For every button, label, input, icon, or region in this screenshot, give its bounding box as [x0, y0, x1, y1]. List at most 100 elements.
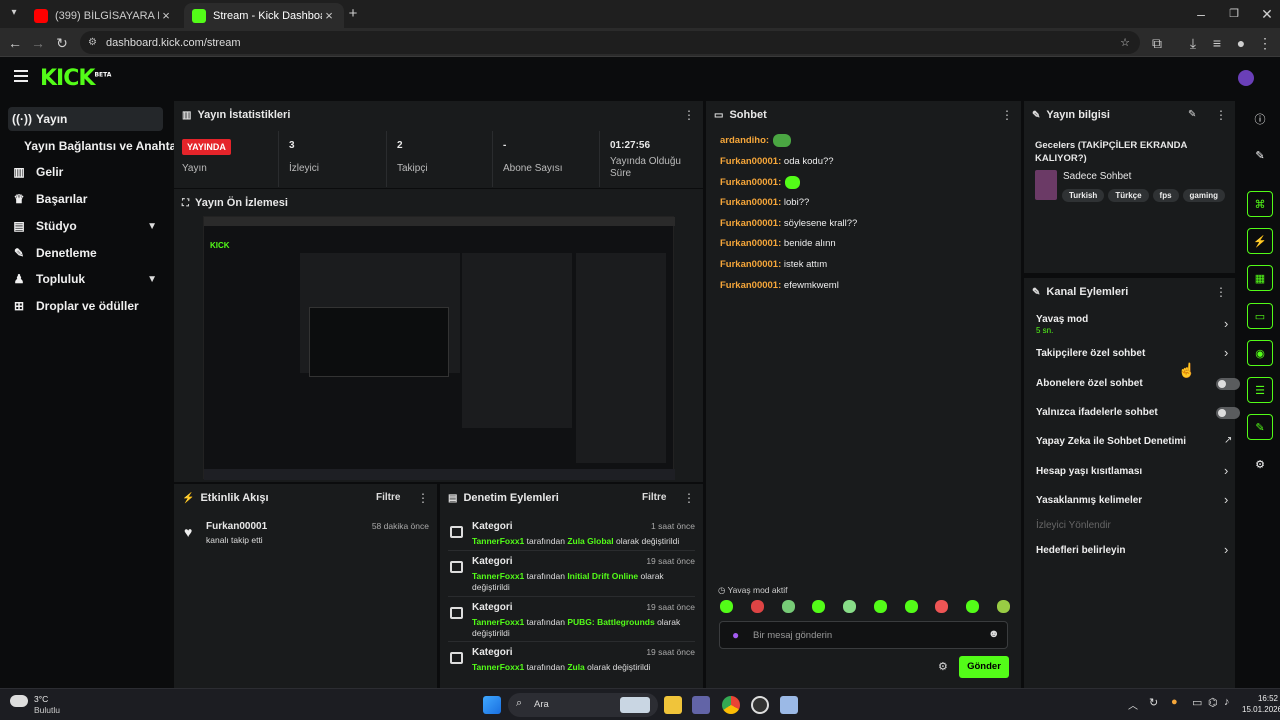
set-goals-action[interactable]: Hedefleri belirleyin ›	[1036, 537, 1236, 564]
chat-username[interactable]: Furkan00001:	[720, 156, 781, 167]
chat-username[interactable]: Furkan00001:	[720, 197, 781, 208]
sidebar-item-studyo[interactable]: ▤ Stüdyo ▼	[8, 214, 163, 238]
file-explorer-icon[interactable]	[664, 696, 682, 714]
download-icon[interactable]: ⤓	[1184, 34, 1202, 52]
tray-mic-icon[interactable]: ●	[1171, 696, 1178, 708]
tray-display-icon[interactable]: ▭	[1192, 696, 1202, 709]
emote-icon[interactable]	[781, 600, 795, 613]
close-icon[interactable]: ×	[159, 8, 173, 23]
mod-user-link[interactable]: TannerFoxx1	[472, 617, 524, 627]
chat-username[interactable]: Furkan00001:	[720, 238, 781, 249]
sidebar-item-topluluk[interactable]: ♟ Topluluk ▼	[8, 267, 163, 291]
tray-network-icon[interactable]: ⌬	[1208, 696, 1218, 709]
more-options-icon[interactable]: ⋮	[417, 491, 429, 505]
chat-icon[interactable]: ▭	[1247, 303, 1273, 329]
settings-icon[interactable]: ⚙	[1247, 451, 1273, 477]
edit-icon[interactable]: ✎	[1247, 142, 1273, 168]
send-button[interactable]: Gönder	[959, 656, 1009, 678]
chat-input[interactable]: ● Bir mesaj gönderin ☻	[719, 621, 1008, 649]
mod-user-link[interactable]: TannerFoxx1	[472, 571, 524, 581]
account-age-action[interactable]: Hesap yaşı kısıtlaması ›	[1036, 458, 1236, 485]
chat-username[interactable]: Furkan00001:	[720, 218, 781, 229]
emote-icon[interactable]	[750, 600, 764, 613]
tray-chevron-up-icon[interactable]: ︿	[1128, 697, 1138, 712]
profile-avatar[interactable]: ●	[1232, 34, 1250, 52]
emote-icon[interactable]	[935, 600, 949, 613]
more-options-icon[interactable]: ⋮	[683, 108, 695, 122]
back-button[interactable]: ←	[6, 34, 24, 52]
forward-button[interactable]: →	[29, 34, 47, 52]
sidebar-item-droplar[interactable]: ⊞ Droplar ve ödüller	[8, 294, 163, 318]
filter-button[interactable]: Filtre	[642, 492, 666, 503]
wrench-icon[interactable]: ✎	[1247, 414, 1273, 440]
sidebar-item-basarilar[interactable]: ♛ Başarılar	[8, 187, 163, 211]
subscribers-only-toggle[interactable]	[1216, 378, 1240, 390]
tag-chip[interactable]: fps	[1152, 189, 1179, 202]
emote-icon[interactable]	[720, 600, 733, 613]
media-control-icon[interactable]: ≡	[1208, 34, 1226, 52]
emote-icon[interactable]	[904, 600, 918, 613]
category-thumbnail[interactable]	[1035, 170, 1057, 200]
bookmark-star-icon[interactable]: ☆	[1120, 36, 1130, 49]
mod-user-link[interactable]: TannerFoxx1	[472, 662, 524, 672]
emote-icon[interactable]	[966, 600, 980, 613]
chrome-icon[interactable]	[722, 696, 740, 714]
app-cube-icon[interactable]	[780, 696, 798, 714]
clock[interactable]: 16:52 15.01.2026	[1242, 693, 1280, 715]
chat-settings-icon[interactable]: ⚙	[938, 660, 948, 673]
tab-search-button[interactable]: ▾	[5, 4, 23, 22]
kick-logo[interactable]: KICKBETA	[40, 66, 111, 91]
obs-icon[interactable]	[751, 696, 769, 714]
edit-pencil-icon[interactable]: ✎	[1188, 109, 1196, 120]
sidebar-item-yayin[interactable]: ((·)) Yayın	[8, 107, 163, 131]
close-icon[interactable]: ×	[322, 8, 336, 23]
raid-icon[interactable]: ⚡	[1247, 228, 1273, 254]
chat-username[interactable]: ardandiho:	[720, 135, 769, 146]
sidebar-item-gelir[interactable]: ▥ Gelir	[8, 160, 163, 184]
chat-username[interactable]: Furkan00001:	[720, 177, 781, 188]
hamburger-menu-icon[interactable]	[14, 70, 28, 82]
sidebar-item-denetleme[interactable]: ✎ Denetleme	[8, 241, 163, 265]
more-options-icon[interactable]: ⋮	[1001, 108, 1013, 122]
more-options-icon[interactable]: ⋮	[1215, 108, 1227, 122]
maximize-button[interactable]: ❐	[1225, 5, 1243, 23]
emote-icon[interactable]	[873, 600, 887, 613]
address-bar[interactable]: ⚙ dashboard.kick.com/stream ☆	[80, 31, 1140, 54]
tray-volume-icon[interactable]: ♪	[1224, 696, 1230, 708]
microphone-icon[interactable]: ●	[732, 628, 739, 642]
sidebar-item-stream-key[interactable]: Yayın Bağlantısı ve Anahtarı	[24, 134, 184, 158]
followers-only-action[interactable]: Takipçilere özel sohbet ›	[1036, 340, 1236, 367]
slow-mode-action[interactable]: Yavaş mod 5 sn. ›	[1036, 311, 1236, 338]
teams-icon[interactable]	[692, 696, 710, 714]
tag-chip[interactable]: Türkçe	[1108, 189, 1149, 202]
tag-chip[interactable]: Turkish	[1062, 189, 1105, 202]
emote-icon[interactable]	[843, 600, 857, 613]
close-window-button[interactable]: ✕	[1258, 5, 1276, 23]
taskbar-search[interactable]: ⌕ Ara	[508, 693, 658, 717]
banned-words-action[interactable]: Yasaklanmış kelimeler ›	[1036, 487, 1236, 514]
clip-icon[interactable]: ⌘	[1247, 191, 1273, 217]
chat-username[interactable]: Furkan00001:	[720, 280, 781, 291]
list-icon[interactable]: ☰	[1247, 377, 1273, 403]
new-tab-button[interactable]: +	[344, 5, 362, 23]
info-icon[interactable]: ⓘ	[1247, 106, 1273, 132]
minimize-button[interactable]: –	[1192, 5, 1210, 23]
start-windows-icon[interactable]	[483, 696, 501, 714]
chat-username[interactable]: Furkan00001:	[720, 259, 781, 270]
emotes-only-toggle[interactable]	[1216, 407, 1240, 419]
tab-kick-dashboard[interactable]: Stream - Kick Dashboard ×	[184, 3, 344, 28]
emote-icon[interactable]	[812, 600, 826, 613]
category-link[interactable]: Zula Global	[567, 536, 613, 546]
tray-update-icon[interactable]: ↻	[1149, 696, 1158, 709]
ai-moderation-action[interactable]: Yapay Zeka ile Sohbet Denetimi ↗	[1036, 428, 1236, 455]
reload-button[interactable]: ↻	[53, 34, 71, 52]
mod-user-link[interactable]: TannerFoxx1	[472, 536, 524, 546]
browser-menu-icon[interactable]: ⋮	[1256, 34, 1274, 52]
emoji-picker-icon[interactable]: ☻	[988, 628, 1000, 640]
category-name[interactable]: Sadece Sohbet	[1063, 171, 1131, 182]
tag-chip[interactable]: gaming	[1182, 189, 1225, 202]
poll-icon[interactable]: ▦	[1247, 265, 1273, 291]
stream-preview-video[interactable]: KICK	[203, 216, 675, 480]
more-options-icon[interactable]: ⋮	[1215, 285, 1227, 299]
filter-button[interactable]: Filtre	[376, 492, 400, 503]
